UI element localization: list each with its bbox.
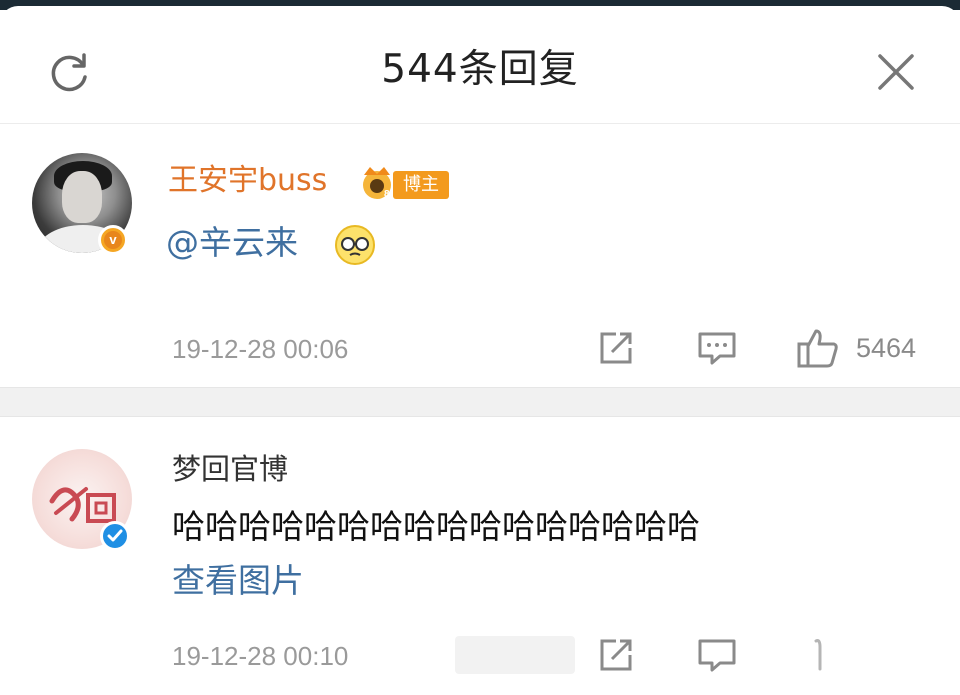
thumbs-up-icon (797, 329, 838, 368)
crown-icon: 8 (363, 167, 391, 200)
comment-item: v 王安宇buss 8 博主 @辛云来 19-12-28 00:06 5464 (0, 125, 960, 387)
share-button[interactable] (596, 634, 636, 676)
page-title: 544条回复 (381, 47, 579, 92)
close-button[interactable] (870, 46, 922, 98)
refresh-button[interactable] (44, 46, 96, 98)
share-icon (600, 332, 632, 364)
comment-meta: 19-12-28 00:06 5464 (0, 325, 960, 375)
svg-text:8: 8 (384, 189, 390, 200)
share-icon (600, 639, 632, 671)
reply-button[interactable] (696, 327, 738, 369)
blogger-badge: 博主 (393, 171, 449, 199)
comment-item: 梦回官博 哈哈哈哈哈哈哈哈哈哈哈哈哈哈哈哈 查看图片 19-12-28 00:1… (0, 417, 960, 695)
refresh-icon (51, 53, 87, 92)
close-icon (878, 54, 914, 90)
like-button[interactable] (808, 634, 832, 676)
username[interactable]: 王安宇buss (168, 161, 327, 201)
emoji-icon (335, 225, 375, 265)
comment-text[interactable]: @辛云来 (166, 221, 298, 265)
comment-text[interactable]: 哈哈哈哈哈哈哈哈哈哈哈哈哈哈哈哈 (172, 505, 772, 549)
thumbs-up-icon (814, 639, 822, 671)
reply-button[interactable] (696, 634, 738, 676)
replies-sheet: 544条回复 v 王安宇buss 8 博主 @辛云来 19-12-28 00:0… (0, 6, 960, 695)
like-button[interactable]: 5464 (796, 327, 916, 369)
comment-meta: 19-12-28 00:10 (0, 632, 960, 682)
share-button[interactable] (596, 327, 636, 369)
vip-badge-icon: v (98, 225, 128, 255)
comment-icon (698, 639, 736, 672)
timestamp: 19-12-28 00:10 (172, 641, 349, 671)
sheet-header: 544条回复 (0, 6, 960, 124)
like-count: 5464 (856, 332, 917, 363)
section-divider (0, 387, 960, 417)
timestamp: 19-12-28 00:06 (172, 334, 349, 364)
blurred-area (455, 636, 575, 674)
verified-icon (100, 521, 130, 551)
view-image-link[interactable]: 查看图片 (172, 559, 304, 603)
comment-icon (698, 332, 736, 365)
username[interactable]: 梦回官博 (172, 449, 288, 489)
